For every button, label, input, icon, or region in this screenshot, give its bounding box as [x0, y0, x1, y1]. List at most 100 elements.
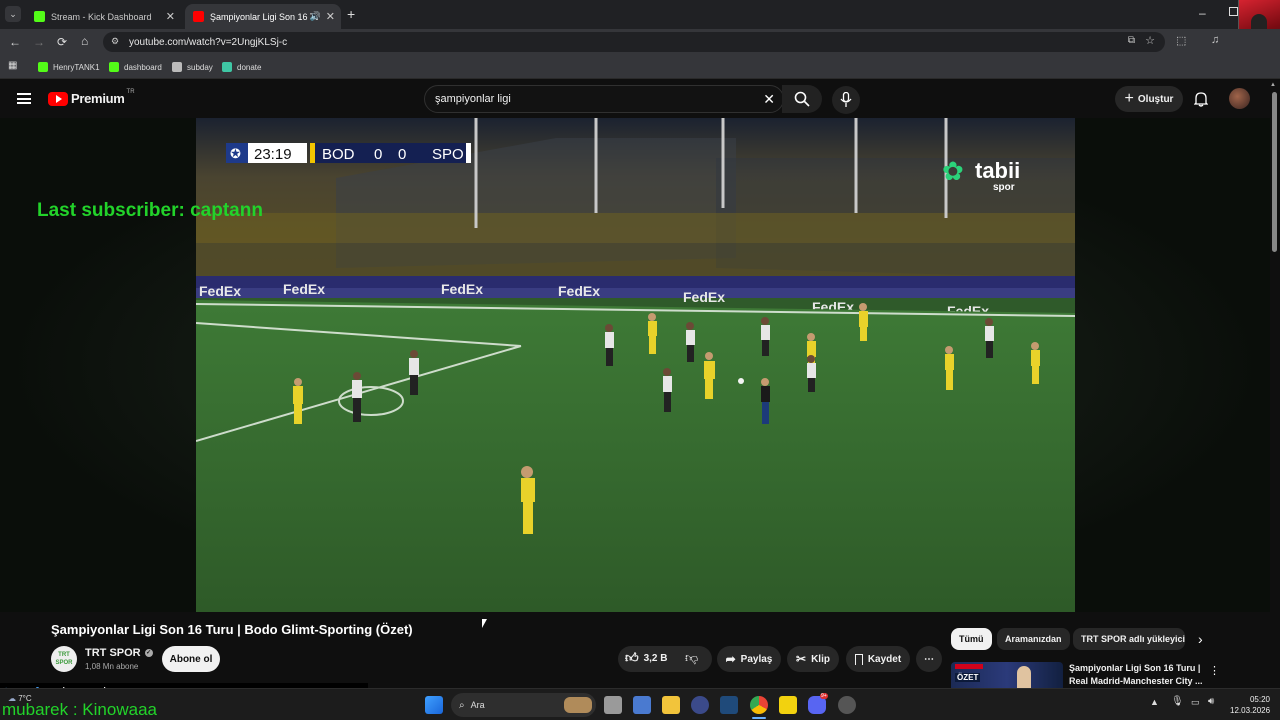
tab-title: Şampiyonlar Ligi Son 16 Turu [210, 11, 318, 22]
ball [738, 378, 744, 384]
account-avatar[interactable] [1229, 88, 1250, 109]
tray-volume-icon[interactable]: 🔊︎ [1208, 696, 1214, 707]
microphone-icon [840, 92, 852, 107]
obs-icon[interactable] [691, 696, 709, 714]
calculator-icon[interactable] [633, 696, 651, 714]
bookmark-subday[interactable]: subday [172, 60, 213, 74]
share-arrow-icon: ➦ [725, 652, 736, 666]
bookmark-henrytank1[interactable]: HenryTANK1 [38, 60, 100, 74]
youtube-logo[interactable]: Premium TR [48, 89, 135, 106]
share-button[interactable]: ➦ Paylaş [717, 646, 781, 672]
clip-button[interactable]: ✂ Klip [787, 646, 839, 672]
search-button[interactable] [782, 85, 822, 113]
verified-check-icon: ✓ [144, 649, 153, 657]
scroll-up-arrow-icon[interactable]: ▲ [1270, 82, 1276, 88]
app-icon[interactable] [838, 696, 856, 714]
ozet-badge: ÖZET [955, 673, 981, 682]
address-bar[interactable]: ⚙ youtube.com/watch?v=2UngjKLSj-c ⧉ ☆ [103, 32, 1165, 52]
clip-label: Klip [811, 653, 830, 665]
subscribe-label: Abone ol [169, 653, 213, 665]
bookmark-dashboard[interactable]: dashboard [109, 60, 162, 74]
install-app-icon[interactable]: ⧉ [1128, 35, 1135, 46]
bookmark-donate[interactable]: donate [222, 60, 261, 74]
channel-logo-text: TRT SPOR [55, 652, 73, 666]
create-label: Oluştur [1137, 93, 1174, 105]
tray-chevron-icon[interactable]: ▲ [1150, 697, 1159, 707]
clock-date: 12.03.2026 [1230, 706, 1271, 715]
extensions-icon[interactable]: ⬚ [1176, 34, 1186, 47]
bookmark-label: HenryTANK1 [53, 62, 100, 72]
site-info-icon[interactable]: ⚙ [111, 36, 119, 47]
tab-title: Stream - Kick Dashboard [51, 11, 152, 22]
media-control-icon[interactable]: ♫ [1211, 34, 1219, 46]
back-arrow-icon[interactable]: ← [9, 35, 21, 49]
chip-label: Tümü [959, 634, 984, 644]
tab-list-chevron-icon[interactable]: ⌄ [5, 6, 21, 22]
video-title: Şampiyonlar Ligi Son 16 Turu | Bodo Glim… [51, 622, 413, 637]
recommended-video[interactable]: ÖZET Şampiyonlar Ligi Son 16 Turu | Real… [951, 662, 1221, 688]
search-icon [794, 91, 810, 107]
subscribe-button[interactable]: Abone ol [162, 646, 220, 672]
watermark-sub: spor [993, 182, 1015, 193]
hamburger-menu-icon[interactable] [17, 93, 31, 104]
tray-network-icon[interactable]: ▭ [1191, 697, 1200, 708]
ad-board-text: FedEx [283, 281, 325, 297]
save-button[interactable]: Kaydet [846, 646, 910, 672]
bookmark-label: subday [187, 62, 213, 72]
voice-search-button[interactable] [832, 86, 860, 114]
channel-name[interactable]: TRT SPOR ✓ [85, 647, 153, 659]
youtube-play-icon [48, 91, 68, 106]
more-actions-button[interactable]: ⋯ [916, 646, 942, 672]
channel-name-text: TRT SPOR [85, 647, 141, 659]
task-view-icon[interactable] [604, 696, 622, 714]
windows-start-icon[interactable] [425, 696, 443, 714]
reload-icon[interactable]: ⟳ [57, 35, 67, 49]
clear-search-icon[interactable]: ✕ [763, 91, 775, 108]
browser-tab-bar: ⌄ Stream - Kick Dashboard ✕ Şampiyonlar … [0, 0, 1280, 29]
tray-mic-icon[interactable]: 🎙︎ [1171, 696, 1184, 707]
sticky-notes-icon[interactable] [779, 696, 797, 714]
ad-board-text: FedEx [683, 289, 725, 305]
create-button[interactable]: + Oluştur [1115, 86, 1183, 112]
chip-all[interactable]: Tümü [951, 628, 992, 650]
scoreboard: ✪ 23:19 BOD 0 0 SPO [226, 143, 471, 163]
minimize-window-icon[interactable]: – [1199, 6, 1206, 20]
close-tab-icon[interactable]: ✕ [166, 10, 175, 23]
taskbar-search[interactable]: ⌕ Ara [451, 693, 596, 717]
chrome-icon[interactable] [750, 696, 768, 714]
maximize-window-icon[interactable] [1229, 7, 1238, 16]
bookmark-icon [854, 653, 863, 665]
channel-avatar[interactable]: TRT SPOR [51, 646, 77, 672]
forward-arrow-icon[interactable]: → [33, 35, 45, 49]
close-tab-icon[interactable]: ✕ [326, 10, 335, 23]
chip-uploader[interactable]: TRT SPOR adlı yükleyici [1073, 628, 1185, 650]
ad-board-text: FedEx [441, 281, 483, 297]
chips-next-chevron-icon[interactable]: › [1198, 631, 1203, 647]
taskbar-clock[interactable]: 05:20 12.03.2026 [1230, 694, 1270, 716]
home-icon[interactable]: ⌂ [81, 34, 88, 48]
home-team: BOD [322, 146, 355, 163]
recommended-title-line2: Real Madrid-Manchester City ... [1069, 676, 1203, 686]
apps-grid-icon[interactable]: ▦ [8, 60, 17, 71]
windows-taskbar: ☁ 7°C ⌕ Ara 9+ ▲ 🎙︎ ▭ 🔊︎ 05:20 12.03.202… [0, 688, 1280, 720]
steam-icon[interactable] [720, 696, 738, 714]
bookmarks-bar: ▦ HenryTANK1 dashboard subday donate [0, 55, 1280, 79]
dislike-button[interactable]: 👎︎ [685, 650, 698, 666]
premium-label: Premium [71, 91, 125, 106]
like-button[interactable]: 👍︎ 3,2 B [625, 650, 668, 666]
kick-icon [109, 62, 119, 72]
chip-from-search[interactable]: Aramanızdan [997, 628, 1070, 650]
speaker-icon[interactable]: 🔊 [310, 11, 321, 22]
search-input[interactable]: şampiyonlar ligi ✕ [424, 85, 784, 113]
new-tab-button[interactable]: + [347, 6, 355, 22]
video-player[interactable]: FedEx FedEx FedEx FedEx FedEx FedEx FedE… [196, 118, 1075, 612]
notifications-bell-icon[interactable] [1194, 91, 1208, 107]
tab-youtube-video[interactable]: Şampiyonlar Ligi Son 16 Turu 🔊 ✕ [185, 4, 341, 29]
recommended-more-icon[interactable]: ⋮ [1209, 664, 1220, 677]
watermark-main: tabii [975, 158, 1020, 183]
browser-toolbar: ← → ⟳ ⌂ ⚙ youtube.com/watch?v=2UngjKLSj-… [0, 29, 1280, 55]
file-explorer-icon[interactable] [662, 696, 680, 714]
tab-kick-dashboard[interactable]: Stream - Kick Dashboard ✕ [26, 4, 181, 29]
bookmark-star-icon[interactable]: ☆ [1145, 34, 1155, 47]
page-scrollbar[interactable] [1272, 92, 1277, 252]
